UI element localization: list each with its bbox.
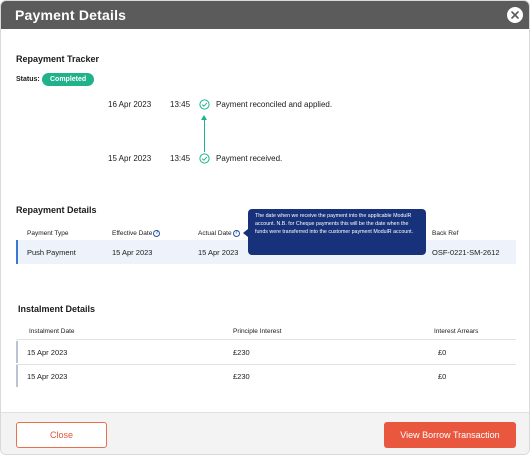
col-effective-date-label: Effective Date (112, 230, 153, 237)
close-icon[interactable] (507, 7, 523, 23)
actual-date-tooltip: The date when we receive the payment int… (248, 209, 426, 255)
col-principle-interest: Principle Interest (233, 328, 282, 335)
help-icon[interactable]: ? (153, 230, 161, 237)
interest-arrears-cell: £0 (438, 372, 447, 381)
status-label: Status: (16, 76, 40, 83)
divider (16, 339, 516, 340)
modal-titlebar: Payment Details (1, 1, 529, 29)
timeline-date: 15 Apr 2023 (108, 154, 152, 163)
view-borrow-transaction-button[interactable]: View Borrow Transaction (384, 422, 516, 448)
check-circle-icon (199, 99, 210, 110)
col-instalment-date: Instalment Date (29, 328, 75, 335)
col-actual-date-label: Actual Date (198, 230, 232, 237)
col-interest-arrears: Interest Arrears (434, 328, 479, 335)
instalment-date-cell: 15 Apr 2023 (27, 348, 68, 357)
modal-title: Payment Details (15, 7, 127, 23)
col-actual-date: Actual Date? (198, 230, 240, 237)
timeline-connector (204, 118, 205, 152)
payment-details-modal: Payment Details Repayment Tracker Status… (0, 0, 530, 455)
payment-type-cell: Push Payment (27, 248, 76, 257)
table-row: 15 Apr 2023 £230 £0 (16, 341, 516, 363)
modal-footer: Close View Borrow Transaction (1, 412, 529, 454)
instalment-details-heading: Instalment Details (18, 304, 96, 314)
col-effective-date: Effective Date? (112, 230, 161, 237)
actual-date-cell: 15 Apr 2023 (198, 248, 239, 257)
timeline-time: 13:45 (170, 154, 191, 163)
principle-interest-cell: £230 (233, 372, 250, 381)
timeline-time: 13:45 (170, 100, 191, 109)
status-badge: Completed (42, 73, 95, 86)
effective-date-cell: 15 Apr 2023 (112, 248, 153, 257)
help-icon[interactable]: ? (232, 230, 240, 237)
close-button[interactable]: Close (16, 422, 107, 448)
table-row: 15 Apr 2023 £230 £0 (16, 365, 516, 387)
timeline-text: Payment received. (216, 154, 283, 163)
back-ref-cell: OSF-0221-SM-2612 (432, 248, 500, 257)
repayment-tracker-heading: Repayment Tracker (16, 54, 100, 64)
check-circle-icon (199, 153, 210, 164)
principle-interest-cell: £230 (233, 348, 250, 357)
repayment-details-heading: Repayment Details (16, 205, 97, 215)
instalment-date-cell: 15 Apr 2023 (27, 372, 68, 381)
col-back-ref: Back Ref (432, 230, 459, 237)
col-payment-type: Payment Type (27, 230, 69, 237)
timeline-text: Payment reconciled and applied. (216, 100, 333, 109)
timeline-date: 16 Apr 2023 (108, 100, 152, 109)
interest-arrears-cell: £0 (438, 348, 447, 357)
